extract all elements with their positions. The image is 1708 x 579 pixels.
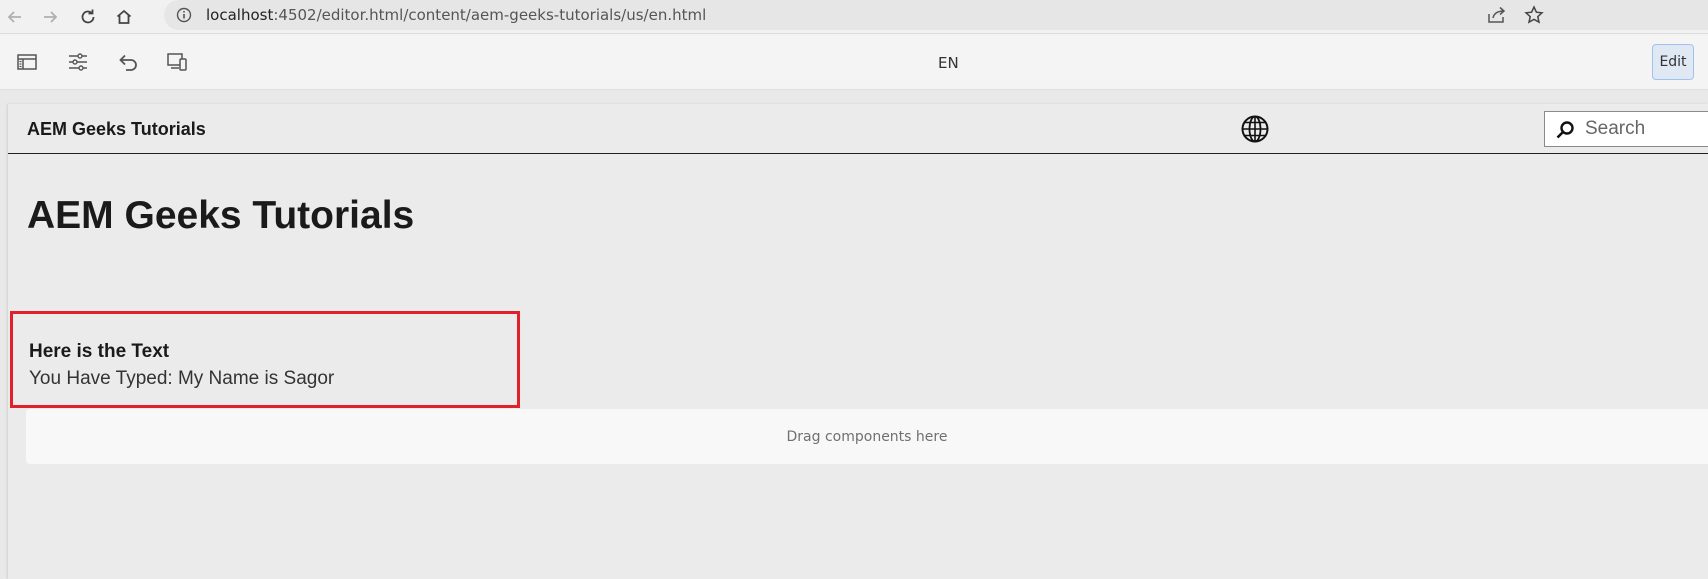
site-header: AEM Geeks Tutorials	[8, 104, 1708, 154]
side-panel-icon	[17, 54, 37, 70]
text-component-body: You Have Typed: My Name is Sagor	[29, 368, 335, 389]
editor-toolbar: EN Edit	[0, 34, 1708, 90]
address-bar[interactable]: localhost:4502/editor.html/content/aem-g…	[164, 0, 1708, 30]
undo-button[interactable]	[114, 48, 142, 76]
edit-mode-button[interactable]: Edit	[1652, 44, 1694, 80]
url-path: :4502/editor.html/content/aem-geeks-tuto…	[273, 6, 707, 24]
arrow-right-icon	[44, 11, 58, 23]
home-button[interactable]	[111, 4, 137, 30]
page-properties-button[interactable]	[64, 48, 92, 76]
browser-toolbar: localhost:4502/editor.html/content/aem-g…	[0, 0, 1708, 34]
site-search[interactable]	[1544, 111, 1708, 147]
url-host: localhost	[206, 6, 274, 24]
home-icon	[116, 9, 132, 24]
share-icon	[1488, 6, 1506, 23]
info-icon[interactable]	[176, 7, 192, 23]
share-button[interactable]	[1484, 4, 1510, 26]
page-title: AEM Geeks Tutorials	[27, 194, 415, 237]
star-icon	[1524, 5, 1544, 24]
text-component-heading: Here is the Text	[29, 341, 170, 362]
undo-icon	[119, 54, 137, 71]
emulator-button[interactable]	[163, 48, 191, 76]
devices-icon	[167, 53, 187, 71]
side-panel-toggle-button[interactable]	[13, 48, 41, 76]
text-component[interactable]: Here is the Text You Have Typed: My Name…	[10, 311, 520, 408]
language-label: EN	[938, 54, 959, 72]
forward-button[interactable]	[37, 4, 63, 30]
sliders-icon	[69, 53, 87, 71]
reload-icon	[81, 9, 95, 24]
reload-button[interactable]	[75, 4, 101, 30]
page-content-frame: AEM Geeks Tutorials AEM Geeks Tutorials …	[8, 104, 1708, 579]
search-input[interactable]	[1585, 115, 1705, 143]
globe-icon[interactable]	[1240, 114, 1270, 144]
bookmark-button[interactable]	[1521, 4, 1547, 26]
arrow-left-icon	[7, 11, 21, 23]
drop-zone-label: Drag components here	[786, 428, 948, 445]
back-button[interactable]	[2, 4, 28, 30]
component-drop-zone[interactable]: Drag components here	[26, 409, 1708, 464]
url-text[interactable]: localhost:4502/editor.html/content/aem-g…	[206, 6, 706, 24]
site-brand[interactable]: AEM Geeks Tutorials	[27, 119, 206, 140]
search-icon	[1556, 121, 1574, 139]
